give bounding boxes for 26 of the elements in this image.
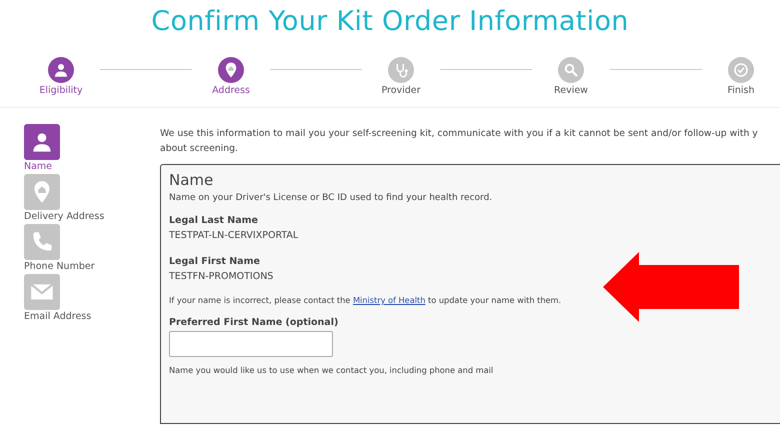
step-label[interactable]: Eligibility [39,85,83,96]
page-title: Confirm Your Kit Order Information [150,5,630,39]
intro-text: We use this information to mail you your self-screening kit, communicate with you if a kit cannot be sent and/or follow-up with y about screening. [160,127,759,156]
help-text: Name you would like us to use when we contact you, including phone and mail [169,365,494,375]
input-field[interactable] [169,331,333,357]
step-label[interactable]: Provider [381,85,421,96]
field-label: Legal First Name [169,256,261,267]
card-title: Name [169,171,214,189]
sidebar-item[interactable]: Delivery Address [24,211,104,222]
help-text: If your name is incorrect, please contact the Ministry of Health to update your name with them. [169,295,562,305]
field-value: TESTPAT-LN-CERVIXPORTAL [169,230,300,241]
step-label[interactable]: Review [554,85,588,96]
field-label: Legal Last Name [169,215,259,226]
ministry-link[interactable]: Ministry of Health [352,295,426,305]
field-value: TESTFN-PROMOTIONS [169,271,274,282]
phone-icon[interactable] [24,224,60,260]
person-icon[interactable] [24,124,60,160]
card-subtitle: Name on your Driver's License or BC ID used to find your health record. [169,193,494,203]
sidebar-item[interactable]: Email Address [24,311,92,322]
step-label[interactable]: Finish [727,85,755,96]
sidebar-item[interactable]: Name [24,161,52,172]
sidebar-item[interactable]: Phone Number [24,261,95,272]
field-label: Preferred First Name (optional) [169,317,340,328]
pin-icon[interactable] [24,174,60,210]
step-label[interactable]: Address [212,85,250,96]
envelope-icon[interactable] [24,274,60,310]
